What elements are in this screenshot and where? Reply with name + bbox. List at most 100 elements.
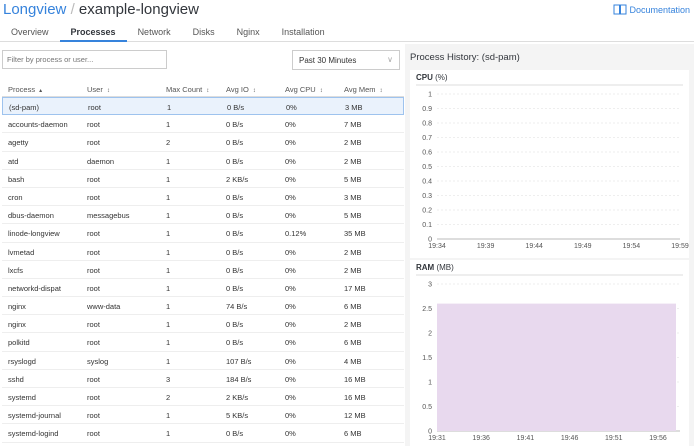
cell-avg-cpu: 0% xyxy=(285,265,296,275)
tab-nginx[interactable]: Nginx xyxy=(226,22,271,42)
y-tick-label: 0.5 xyxy=(422,404,432,411)
table-row[interactable]: cron root 1 0 B/s 0% 3 MB xyxy=(2,188,404,207)
cell-user: root xyxy=(87,411,100,421)
column-label: Process xyxy=(8,85,36,94)
cell-process: networkd-dispat xyxy=(8,283,61,293)
column-header-max-count[interactable]: Max Count ↕ xyxy=(166,85,209,94)
cell-avg-mem: 12 MB xyxy=(344,411,366,421)
cell-max-count: 1 xyxy=(166,320,171,330)
sort-icon: ↕ xyxy=(319,88,323,94)
cell-avg-cpu: 0% xyxy=(285,374,296,384)
cell-max-count: 1 xyxy=(166,247,171,257)
cell-avg-mem: 5 MB xyxy=(344,174,362,184)
cell-process: nginx xyxy=(8,302,26,312)
table-row[interactable]: systemd root 2 2 KB/s 0% 16 MB xyxy=(2,388,404,407)
cell-avg-mem: 3 MB xyxy=(344,192,362,202)
table-row[interactable]: nginx root 1 0 B/s 0% 2 MB xyxy=(2,315,404,334)
cell-avg-mem: 16 MB xyxy=(344,393,366,402)
column-header-user[interactable]: User ↕ xyxy=(87,85,110,94)
x-tick-label: 19:46 xyxy=(561,435,579,442)
tab-processes[interactable]: Processes xyxy=(59,22,127,42)
cell-max-count: 1 xyxy=(166,174,171,184)
table-row[interactable]: sshd root 3 184 B/s 0% 16 MB xyxy=(2,370,404,388)
table-row[interactable]: polkitd root 1 0 B/s 0% 6 MB xyxy=(2,333,404,352)
table-row[interactable]: systemd-logind root 1 0 B/s 0% 6 MB xyxy=(2,424,404,443)
book-icon xyxy=(613,4,627,15)
cell-avg-mem: 17 MB xyxy=(344,283,366,293)
ram-area xyxy=(437,303,676,431)
cell-avg-cpu: 0% xyxy=(285,411,296,421)
y-tick-label: 2 xyxy=(428,331,432,338)
table-row[interactable]: lxcfs root 1 0 B/s 0% 2 MB xyxy=(2,261,404,279)
table-row[interactable]: linode-longview root 1 0 B/s 0.12% 35 MB xyxy=(2,224,404,243)
table-row[interactable]: accounts-daemon root 1 0 B/s 0% 7 MB xyxy=(2,115,404,134)
column-label: User xyxy=(87,85,103,94)
column-header-process[interactable]: Process ▴ xyxy=(8,85,42,94)
cell-avg-cpu: 0% xyxy=(285,283,296,293)
cell-process: cron xyxy=(8,192,23,202)
cell-user: root xyxy=(87,338,100,348)
cell-avg-cpu: 0% xyxy=(285,192,296,202)
y-tick-label: 0.1 xyxy=(422,222,432,229)
tab-installation[interactable]: Installation xyxy=(271,22,336,42)
table-row[interactable]: bash root 1 2 KB/s 0% 5 MB xyxy=(2,170,404,188)
time-range-select[interactable]: Past 30 Minutes ∨ xyxy=(292,50,400,70)
cell-avg-cpu: 0% xyxy=(285,138,296,148)
tab-bar: Overview Processes Network Disks Nginx Instal… xyxy=(0,22,694,42)
cell-avg-io: 5 KB/s xyxy=(226,411,249,421)
cell-avg-mem: 3 MB xyxy=(345,103,363,112)
y-tick-label: 0.5 xyxy=(422,164,432,171)
table-row[interactable]: atd daemon 1 0 B/s 0% 2 MB xyxy=(2,152,404,170)
documentation-link[interactable]: Documentation xyxy=(613,4,690,15)
y-tick-label: 2.5 xyxy=(422,306,432,313)
cell-process: (sd-pam) xyxy=(9,103,40,112)
column-header-avg-mem[interactable]: Avg Mem ↕ xyxy=(344,85,383,94)
column-header-avg-cpu[interactable]: Avg CPU ↕ xyxy=(285,85,323,94)
table-row[interactable]: (sd-pam) root 1 0 B/s 0% 3 MB xyxy=(2,97,404,116)
cell-process: bash xyxy=(8,174,25,184)
cell-user: www-data xyxy=(87,302,121,312)
table-row[interactable]: lvmetad root 1 0 B/s 0% 2 MB xyxy=(2,243,404,261)
cell-avg-io: 0 B/s xyxy=(226,283,244,293)
table-row[interactable]: nginx www-data 1 74 B/s 0% 6 MB xyxy=(2,297,404,316)
tab-disks[interactable]: Disks xyxy=(182,22,226,42)
tab-network[interactable]: Network xyxy=(127,22,182,42)
table-row[interactable]: dbus-daemon messagebus 1 0 B/s 0% 5 MB xyxy=(2,206,404,225)
table-row[interactable]: agetty root 2 0 B/s 0% 2 MB xyxy=(2,133,404,152)
cell-process: lxcfs xyxy=(8,265,23,275)
y-tick-label: 1.5 xyxy=(422,355,432,362)
cell-avg-cpu: 0% xyxy=(285,429,296,439)
cell-user: root xyxy=(88,103,101,112)
x-tick-label: 19:49 xyxy=(574,243,592,250)
x-tick-label: 19:36 xyxy=(472,435,490,442)
sort-icon: ↕ xyxy=(106,88,110,94)
cell-process: systemd-journal xyxy=(8,411,61,421)
cell-max-count: 1 xyxy=(166,283,171,293)
table-row[interactable]: networkd-dispat root 1 0 B/s 0% 17 MB xyxy=(2,279,404,298)
cell-avg-mem: 6 MB xyxy=(344,338,362,348)
cell-max-count: 1 xyxy=(166,156,171,166)
cell-user: root xyxy=(87,374,100,384)
cell-avg-io: 0 B/s xyxy=(226,247,244,257)
table-row[interactable]: rsyslogd syslog 1 107 B/s 0% 4 MB xyxy=(2,352,404,370)
process-filter-input[interactable] xyxy=(2,50,167,69)
y-tick-label: 1 xyxy=(428,92,432,99)
cell-avg-mem: 2 MB xyxy=(344,320,362,330)
cell-avg-cpu: 0% xyxy=(285,174,296,184)
cell-process: sshd xyxy=(8,374,24,384)
column-header-avg-io[interactable]: Avg IO ↕ xyxy=(226,85,256,94)
cell-process: atd xyxy=(8,156,19,166)
cell-user: root xyxy=(87,247,100,257)
cell-avg-io: 0 B/s xyxy=(226,265,244,275)
cell-process: agetty xyxy=(8,138,29,148)
y-tick-label: 0.8 xyxy=(422,121,432,128)
cell-process: systemd xyxy=(8,393,36,402)
table-header: Process ▴ User ↕ Max Count ↕ Avg IO ↕ Avg CPU ↕ Av… xyxy=(2,80,404,97)
y-tick-label: 0.6 xyxy=(422,150,432,157)
tab-overview[interactable]: Overview xyxy=(0,22,60,42)
cell-avg-mem: 5 MB xyxy=(344,211,362,221)
page-title: Longview / example-longview xyxy=(3,1,199,18)
cell-process: rsyslogd xyxy=(8,356,36,366)
table-row[interactable]: systemd-journal root 1 5 KB/s 0% 12 MB xyxy=(2,406,404,425)
breadcrumb-longview[interactable]: Longview xyxy=(3,1,66,18)
